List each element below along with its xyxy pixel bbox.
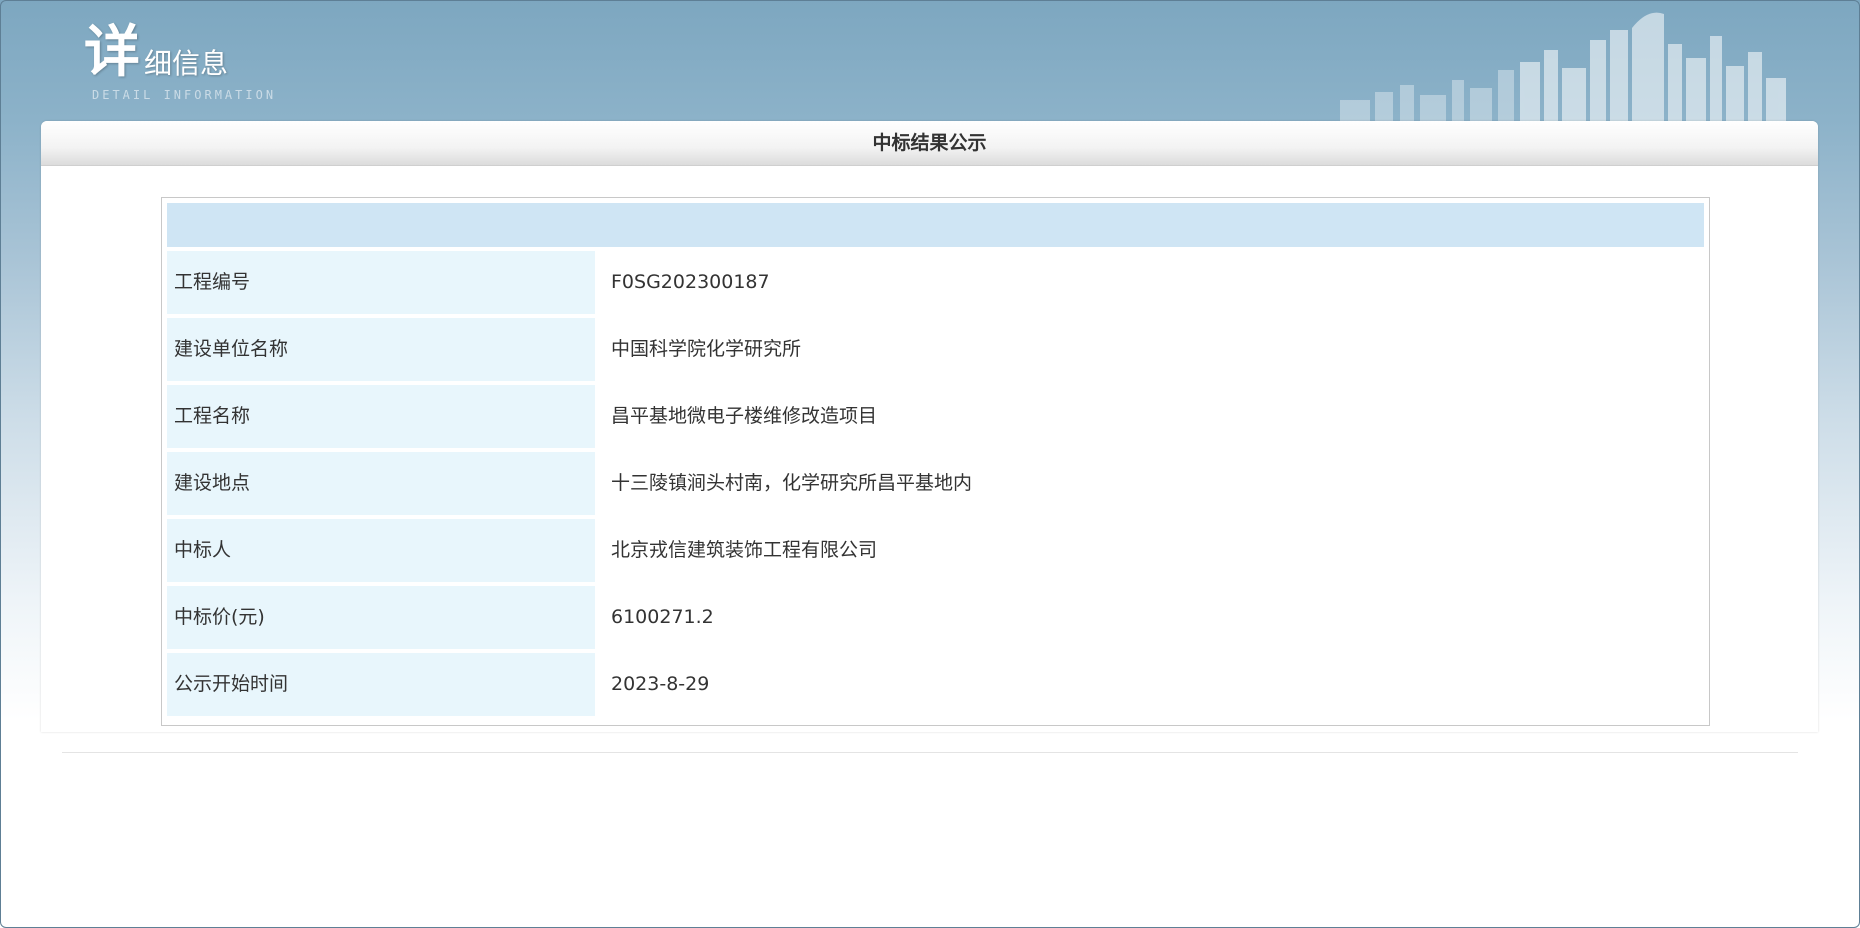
detail-info-logo: 详 细信息 DETAIL INFORMATION [84,24,284,108]
value-winner: 北京戎信建筑装饰工程有限公司 [599,519,1704,582]
detail-row-builder-name: 建设单位名称 中国科学院化学研究所 [167,318,1704,381]
logo-big-char: 详 [84,19,140,85]
main-panel: 中标结果公示 工程编号 F0SG202300187 建设单位名称 中国科学院化学… [41,121,1818,732]
value-builder-name: 中国科学院化学研究所 [599,318,1704,381]
value-project-number: F0SG202300187 [599,251,1704,314]
panel-title: 中标结果公示 [41,121,1818,166]
city-skyline-image [1340,12,1786,122]
detail-row-bid-price: 中标价(元) 6100271.2 [167,586,1704,649]
detail-row-project-name: 工程名称 昌平基地微电子楼维修改造项目 [167,385,1704,448]
label-project-number: 工程编号 [167,251,595,314]
detail-row-publish-date: 公示开始时间 2023-8-29 [167,653,1704,716]
detail-row-project-number: 工程编号 F0SG202300187 [167,251,1704,314]
label-winner: 中标人 [167,519,595,582]
value-bid-price: 6100271.2 [599,586,1704,649]
logo-subtitle: DETAIL INFORMATION [92,88,277,102]
logo-title: 细信息 [144,47,229,80]
label-publish-date: 公示开始时间 [167,653,595,716]
label-project-name: 工程名称 [167,385,595,448]
label-location: 建设地点 [167,452,595,515]
table-header-bar [167,203,1704,247]
label-builder-name: 建设单位名称 [167,318,595,381]
value-location: 十三陵镇涧头村南，化学研究所昌平基地内 [599,452,1704,515]
detail-table: 工程编号 F0SG202300187 建设单位名称 中国科学院化学研究所 工程名… [161,197,1710,726]
value-publish-date: 2023-8-29 [599,653,1704,716]
footer-divider [62,752,1798,753]
detail-row-location: 建设地点 十三陵镇涧头村南，化学研究所昌平基地内 [167,452,1704,515]
detail-row-winner: 中标人 北京戎信建筑装饰工程有限公司 [167,519,1704,582]
label-bid-price: 中标价(元) [167,586,595,649]
value-project-name: 昌平基地微电子楼维修改造项目 [599,385,1704,448]
